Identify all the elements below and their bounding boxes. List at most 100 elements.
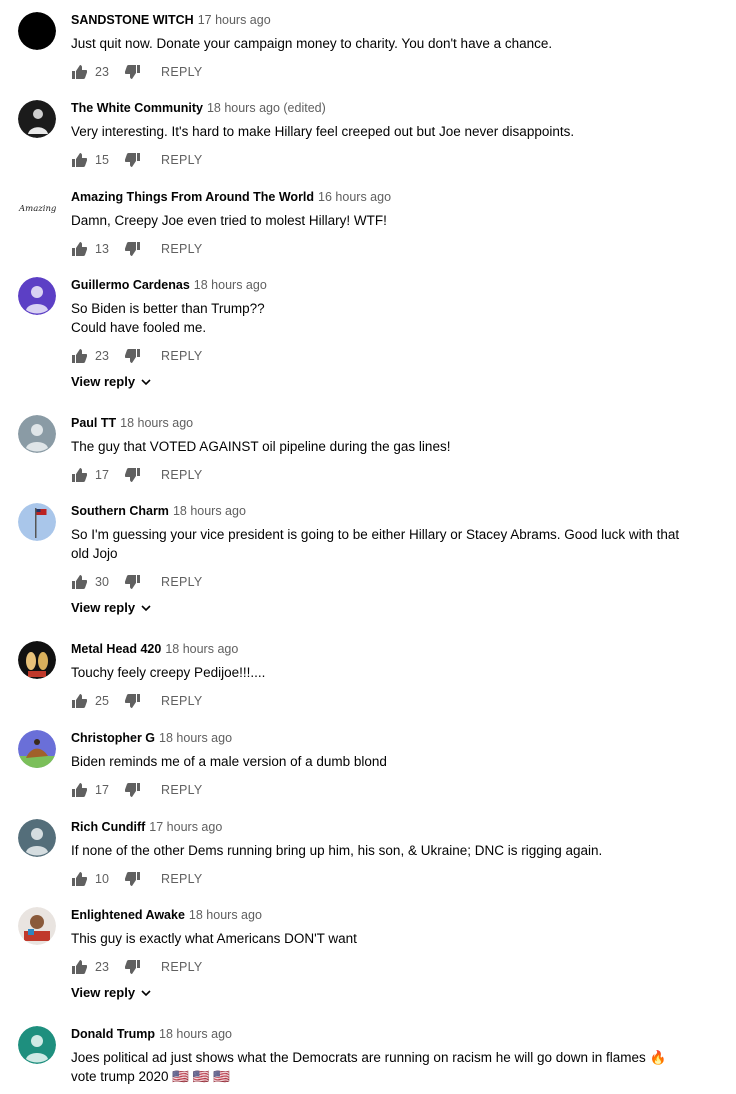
- avatar[interactable]: [18, 907, 56, 945]
- reply-button[interactable]: REPLY: [161, 960, 203, 974]
- thumbs-down-icon[interactable]: [124, 693, 141, 709]
- comment-text: This guy is exactly what Americans DON'T…: [71, 931, 357, 946]
- thumbs-down-icon[interactable]: [124, 574, 141, 590]
- avatar[interactable]: [18, 503, 56, 541]
- comment-author[interactable]: Southern Charm: [71, 504, 169, 518]
- comment-text: Biden reminds me of a male version of a …: [71, 754, 387, 769]
- thumbs-down-icon[interactable]: [124, 152, 141, 168]
- view-reply-button[interactable]: View reply: [71, 985, 696, 1000]
- reply-button[interactable]: REPLY: [161, 349, 203, 363]
- comment-author[interactable]: Enlightened Awake: [71, 908, 185, 922]
- comment-time[interactable]: 18 hours ago (edited): [207, 101, 326, 115]
- avatar[interactable]: [18, 819, 56, 857]
- comment-author[interactable]: Amazing Things From Around The World: [71, 190, 314, 204]
- thumbs-down-icon[interactable]: [124, 348, 141, 364]
- comment-actions: 23 REPLY: [71, 346, 696, 366]
- comment-actions: 13 REPLY: [71, 239, 696, 259]
- avatar[interactable]: [18, 730, 56, 768]
- comment-text: So I'm guessing your vice president is g…: [71, 527, 680, 561]
- comment-actions: 10 REPLY: [71, 869, 696, 889]
- comment-actions: 30 REPLY: [71, 572, 696, 592]
- avatar[interactable]: [18, 1026, 56, 1064]
- avatar[interactable]: [18, 415, 56, 453]
- reply-button[interactable]: REPLY: [161, 153, 203, 167]
- chevron-down-icon: [141, 378, 151, 385]
- thumbs-up-icon[interactable]: [71, 152, 88, 168]
- thumbs-up-icon[interactable]: [71, 871, 88, 887]
- comment-actions: 17 REPLY: [71, 465, 696, 485]
- comment-author[interactable]: Donald Trump: [71, 1027, 155, 1041]
- thumbs-up-icon[interactable]: [71, 64, 88, 80]
- reply-button[interactable]: REPLY: [161, 872, 203, 886]
- thumbs-up-icon[interactable]: [71, 348, 88, 364]
- avatar[interactable]: Amazing: [18, 189, 56, 227]
- thumbs-down-icon[interactable]: [124, 467, 141, 483]
- thumbs-up-icon[interactable]: [71, 467, 88, 483]
- comment-actions: 25 REPLY: [71, 691, 696, 711]
- comment-text: Joes political ad just shows what the De…: [71, 1050, 667, 1084]
- comment-text: Just quit now. Donate your campaign mone…: [71, 36, 553, 51]
- comment-actions: 23 REPLY: [71, 62, 696, 82]
- thumbs-down-icon[interactable]: [124, 241, 141, 257]
- comment-actions: 17 REPLY: [71, 780, 696, 800]
- comment-time[interactable]: 18 hours ago: [189, 908, 262, 922]
- thumbs-up-icon[interactable]: [71, 693, 88, 709]
- like-count: 17: [95, 783, 109, 797]
- comment-text: So Biden is better than Trump?? Could hav…: [71, 301, 265, 335]
- thumbs-down-icon[interactable]: [124, 871, 141, 887]
- default-user-icon: [18, 819, 56, 857]
- thumbs-up-icon[interactable]: [71, 241, 88, 257]
- comment-time[interactable]: 18 hours ago: [173, 504, 246, 518]
- like-count: 30: [95, 575, 109, 589]
- cartoon-avatar-icon: [18, 641, 56, 679]
- reply-button[interactable]: REPLY: [161, 783, 203, 797]
- script-logo-icon: Amazing: [18, 189, 56, 227]
- reply-button[interactable]: REPLY: [161, 468, 203, 482]
- chevron-down-icon: [141, 989, 151, 996]
- comment-time[interactable]: 18 hours ago: [120, 416, 193, 430]
- comment-author[interactable]: Rich Cundiff: [71, 820, 145, 834]
- reply-button[interactable]: REPLY: [161, 694, 203, 708]
- thumbs-down-icon[interactable]: [124, 959, 141, 975]
- comment-time[interactable]: 17 hours ago: [149, 820, 222, 834]
- default-user-icon: [18, 277, 56, 315]
- thumbs-down-icon[interactable]: [124, 64, 141, 80]
- comment-author[interactable]: Metal Head 420: [71, 642, 161, 656]
- comment-time[interactable]: 17 hours ago: [198, 13, 271, 27]
- comment-author[interactable]: Guillermo Cardenas: [71, 278, 190, 292]
- comment-actions: 15 REPLY: [71, 150, 696, 170]
- chevron-down-icon: [141, 604, 151, 611]
- avatar[interactable]: [18, 641, 56, 679]
- comment-time[interactable]: 18 hours ago: [159, 1027, 232, 1041]
- view-reply-button[interactable]: View reply: [71, 600, 696, 615]
- thumbs-up-icon[interactable]: [71, 574, 88, 590]
- person-photo-icon: [18, 100, 56, 138]
- comment-author[interactable]: Christopher G: [71, 731, 155, 745]
- comment-time[interactable]: 18 hours ago: [165, 642, 238, 656]
- reply-button[interactable]: REPLY: [161, 242, 203, 256]
- comment-author[interactable]: Paul TT: [71, 416, 116, 430]
- avatar[interactable]: [18, 100, 56, 138]
- like-count: 17: [95, 468, 109, 482]
- comment-time[interactable]: 18 hours ago: [159, 731, 232, 745]
- desert-photo-icon: [18, 730, 56, 768]
- comment-text: The guy that VOTED AGAINST oil pipeline …: [71, 439, 451, 454]
- view-reply-button[interactable]: View reply: [71, 374, 696, 389]
- avatar[interactable]: [18, 12, 56, 50]
- comment-text: If none of the other Dems running bring …: [71, 843, 603, 858]
- black-avatar-icon: [18, 12, 56, 50]
- thumbs-up-icon[interactable]: [71, 959, 88, 975]
- comment-author[interactable]: The White Community: [71, 101, 203, 115]
- thumbs-up-icon[interactable]: [71, 782, 88, 798]
- comment-author[interactable]: SANDSTONE WITCH: [71, 13, 194, 27]
- reply-button[interactable]: REPLY: [161, 65, 203, 79]
- comment-time[interactable]: 18 hours ago: [194, 278, 267, 292]
- thumbs-down-icon[interactable]: [124, 782, 141, 798]
- like-count: 13: [95, 242, 109, 256]
- like-count: 23: [95, 349, 109, 363]
- reply-button[interactable]: REPLY: [161, 575, 203, 589]
- comment-actions: 23 REPLY: [71, 957, 696, 977]
- flag-photo-icon: [18, 503, 56, 541]
- comment-time[interactable]: 16 hours ago: [318, 190, 391, 204]
- avatar[interactable]: [18, 277, 56, 315]
